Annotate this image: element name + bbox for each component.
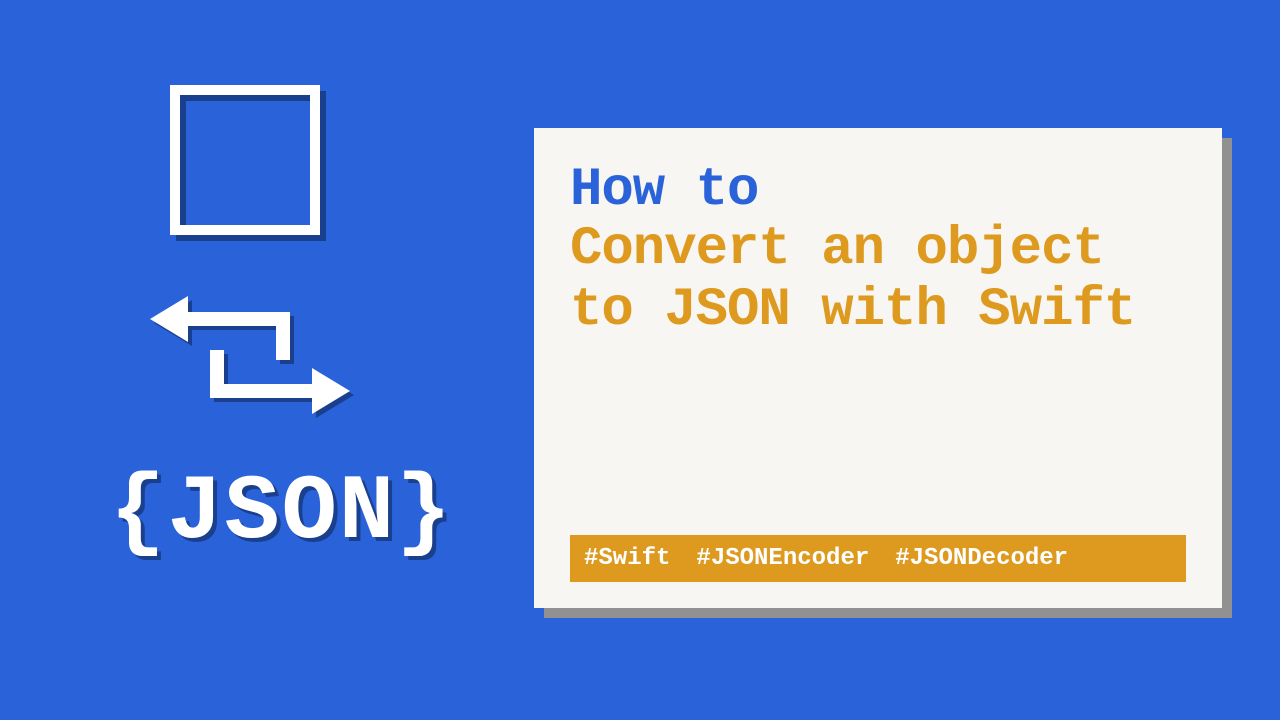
tag: #Swift — [584, 545, 670, 572]
tag: #JSONEncoder — [696, 545, 869, 572]
tag: #JSONDecoder — [895, 545, 1068, 572]
title-card: How to Convert an object to JSON with Sw… — [534, 128, 1222, 608]
exchange-arrows-icon — [150, 290, 350, 420]
json-logo-text: {JSON} — [110, 460, 430, 565]
tag-bar: #Swift #JSONEncoder #JSONDecoder — [570, 535, 1186, 582]
left-graphics-column: {JSON} — [110, 85, 430, 565]
square-icon — [170, 85, 320, 235]
title-main: Convert an object to JSON with Swift — [570, 220, 1186, 341]
title-prefix: How to — [570, 162, 1186, 220]
